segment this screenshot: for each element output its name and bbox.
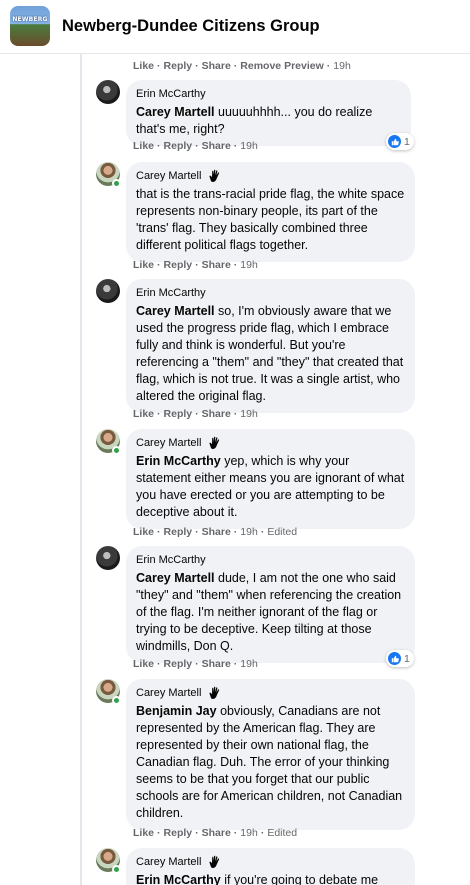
comment-author[interactable]: Carey Martell [136,437,201,449]
remove-preview-button[interactable]: Remove Preview [240,60,323,72]
group-logo[interactable]: NEWBERG [10,6,50,46]
like-button[interactable]: Like [133,827,154,839]
mention-link[interactable]: Carey Martell [136,304,215,318]
comment-timestamp[interactable]: 19h [240,140,258,152]
comment-bubble: Carey Martell Benjamin Jay obviously, Ca… [126,679,415,830]
like-button[interactable]: Like [133,140,154,152]
reaction-count[interactable]: 1 [386,133,414,150]
comment-text: that is the trans-racial pride flag, the… [136,187,405,252]
group-header: NEWBERG Newberg-Dundee Citizens Group [0,0,470,54]
top-fan-hand-icon[interactable] [207,685,223,701]
comment-text: Carey Martell so, I'm obviously aware th… [136,304,404,403]
like-thumb-icon [388,135,401,148]
comment-timestamp[interactable]: 19h [333,60,351,72]
share-button[interactable]: Share [202,658,231,670]
comment-actions: Like · Reply · Share · 19h [133,259,258,271]
online-status-dot [112,446,121,455]
avatar[interactable] [96,279,120,303]
reply-button[interactable]: Reply [164,60,193,72]
like-button[interactable]: Like [133,408,154,420]
share-button[interactable]: Share [202,526,231,538]
comment-timestamp[interactable]: 19h [240,827,258,839]
online-status-dot [112,696,121,705]
reply-button[interactable]: Reply [164,526,193,538]
reply-button[interactable]: Reply [164,658,193,670]
reply-button[interactable]: Reply [164,408,193,420]
top-fan-hand-icon[interactable] [207,854,223,870]
share-button[interactable]: Share [202,259,231,271]
comment-timestamp[interactable]: 19h [240,259,258,271]
reply-button[interactable]: Reply [164,827,193,839]
avatar[interactable] [96,546,120,570]
comment-timestamp[interactable]: 19h [240,658,258,670]
comment-timestamp[interactable]: 19h [240,526,258,538]
comment-text: Benjamin Jay obviously, Canadians are no… [136,704,403,820]
comment-author[interactable]: Carey Martell [136,856,201,868]
group-logo-text: NEWBERG [12,16,48,23]
comment-author[interactable]: Carey Martell [136,687,201,699]
like-button[interactable]: Like [133,526,154,538]
comment-bubble: Erin McCarthy Carey Martell uuuuuhhhh...… [126,80,411,146]
comment-actions: Like · Reply · Share · 19h · Edited [133,526,298,538]
comment-author[interactable]: Erin McCarthy [136,88,206,100]
comment-actions: Like · Reply · Share · 19h [133,658,258,670]
share-button[interactable]: Share [202,827,231,839]
comment-author[interactable]: Erin McCarthy [136,287,206,299]
comment-actions: Like · Reply · Share · 19h [133,140,258,152]
comment-timestamp[interactable]: 19h [240,408,258,420]
comment-author[interactable]: Carey Martell [136,170,201,182]
mention-link[interactable]: Benjamin Jay [136,704,217,718]
reply-button[interactable]: Reply [164,259,193,271]
mention-link[interactable]: Erin McCarthy [136,454,221,468]
comment-bubble: Erin McCarthy Carey Martell dude, I am n… [126,546,415,663]
comment-text: Carey Martell uuuuuhhhh... you do realiz… [136,105,373,136]
thread-connector-line [80,54,82,885]
share-button[interactable]: Share [202,408,231,420]
share-button[interactable]: Share [202,60,231,72]
comment-actions: Like · Reply · Share · 19h · Edited [133,827,298,839]
comment-actions: Like · Reply · Share · 19h [133,408,258,420]
online-status-dot [112,179,121,188]
comment-bubble: Carey Martell Erin McCarthy yep, which i… [126,429,415,529]
reaction-count[interactable]: 1 [386,650,414,667]
like-button[interactable]: Like [133,60,154,72]
comment-bubble: Erin McCarthy Carey Martell so, I'm obvi… [126,279,415,413]
top-fan-hand-icon[interactable] [207,168,223,184]
edited-label[interactable]: Edited [267,827,297,839]
reply-button[interactable]: Reply [164,140,193,152]
edited-label[interactable]: Edited [267,526,297,538]
online-status-dot [112,865,121,874]
comment-actions: Like · Reply · Share · Remove Preview · 19h [133,60,351,72]
share-button[interactable]: Share [202,140,231,152]
comment-bubble: Carey Martell Erin McCarthy if you're go… [126,848,415,885]
top-fan-hand-icon[interactable] [207,435,223,451]
avatar[interactable] [96,80,120,104]
comment-text: Erin McCarthy yep, which is why your sta… [136,454,405,519]
comment-bubble: Carey Martell that is the trans-racial p… [126,162,415,262]
like-button[interactable]: Like [133,259,154,271]
mention-link[interactable]: Carey Martell [136,571,215,585]
comment-author[interactable]: Erin McCarthy [136,554,206,566]
mention-link[interactable]: Carey Martell [136,105,215,119]
comment-text: Erin McCarthy if you're going to debate … [136,873,379,885]
group-title[interactable]: Newberg-Dundee Citizens Group [62,17,320,36]
mention-link[interactable]: Erin McCarthy [136,873,221,885]
like-thumb-icon [388,652,401,665]
comment-text: Carey Martell dude, I am not the one who… [136,571,402,653]
like-button[interactable]: Like [133,658,154,670]
